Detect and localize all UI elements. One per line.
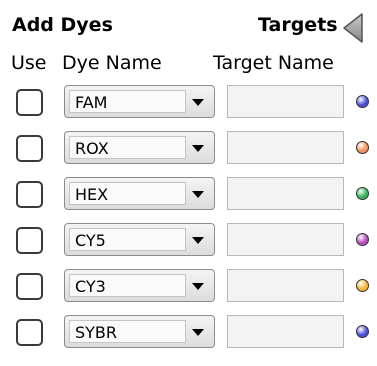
dye-name-column-header: Dye Name <box>62 52 162 74</box>
use-checkbox[interactable] <box>16 319 43 346</box>
chevron-down-icon <box>192 237 204 244</box>
dye-select[interactable]: CY5 <box>64 223 215 256</box>
dye-select[interactable]: FAM <box>64 85 215 118</box>
use-checkbox[interactable] <box>16 135 43 162</box>
chevron-down-icon <box>192 145 204 152</box>
use-checkbox[interactable] <box>16 227 43 254</box>
target-name-column-header: Target Name <box>213 52 334 74</box>
dye-select-value: CY3 <box>75 277 106 296</box>
target-name-input[interactable] <box>227 177 344 210</box>
dye-select[interactable]: SYBR <box>64 315 215 348</box>
color-swatch[interactable] <box>356 187 369 200</box>
dye-select[interactable]: ROX <box>64 131 215 164</box>
targets-title: Targets <box>258 14 338 36</box>
dye-select[interactable]: CY3 <box>64 269 215 302</box>
chevron-down-icon <box>192 99 204 106</box>
color-swatch[interactable] <box>356 325 369 338</box>
dye-row: HEX <box>0 176 377 222</box>
dye-select-field: ROX <box>69 136 186 159</box>
target-name-input[interactable] <box>227 315 344 348</box>
color-swatch[interactable] <box>356 141 369 154</box>
chevron-down-icon <box>192 191 204 198</box>
target-name-input[interactable] <box>227 269 344 302</box>
dye-select-value: SYBR <box>75 323 118 342</box>
dye-select-value: HEX <box>75 185 109 204</box>
add-dyes-panel: Add Dyes Targets Use Dye Name Target Nam… <box>0 0 377 366</box>
use-checkbox[interactable] <box>16 181 43 208</box>
use-checkbox[interactable] <box>16 89 43 116</box>
dye-row: CY5 <box>0 222 377 268</box>
chevron-down-icon <box>192 283 204 290</box>
dye-select-value: ROX <box>75 139 109 158</box>
dye-select-value: CY5 <box>75 231 106 250</box>
dye-select[interactable]: HEX <box>64 177 215 210</box>
color-swatch[interactable] <box>356 279 369 292</box>
add-dyes-title: Add Dyes <box>12 14 113 36</box>
dye-select-field: FAM <box>69 90 186 113</box>
dye-row: ROX <box>0 130 377 176</box>
target-name-input[interactable] <box>227 223 344 256</box>
use-column-header: Use <box>11 52 47 74</box>
triangle-left-icon[interactable] <box>340 12 366 44</box>
dye-select-field: CY5 <box>69 228 186 251</box>
target-name-input[interactable] <box>227 131 344 164</box>
color-swatch[interactable] <box>356 95 369 108</box>
dye-select-field: HEX <box>69 182 186 205</box>
target-name-input[interactable] <box>227 85 344 118</box>
use-checkbox[interactable] <box>16 273 43 300</box>
dye-row: FAM <box>0 84 377 130</box>
dye-select-value: FAM <box>75 93 108 112</box>
dye-select-field: CY3 <box>69 274 186 297</box>
dye-row: CY3 <box>0 268 377 314</box>
color-swatch[interactable] <box>356 233 369 246</box>
chevron-down-icon <box>192 329 204 336</box>
dye-select-field: SYBR <box>69 320 186 343</box>
dye-row: SYBR <box>0 314 377 360</box>
